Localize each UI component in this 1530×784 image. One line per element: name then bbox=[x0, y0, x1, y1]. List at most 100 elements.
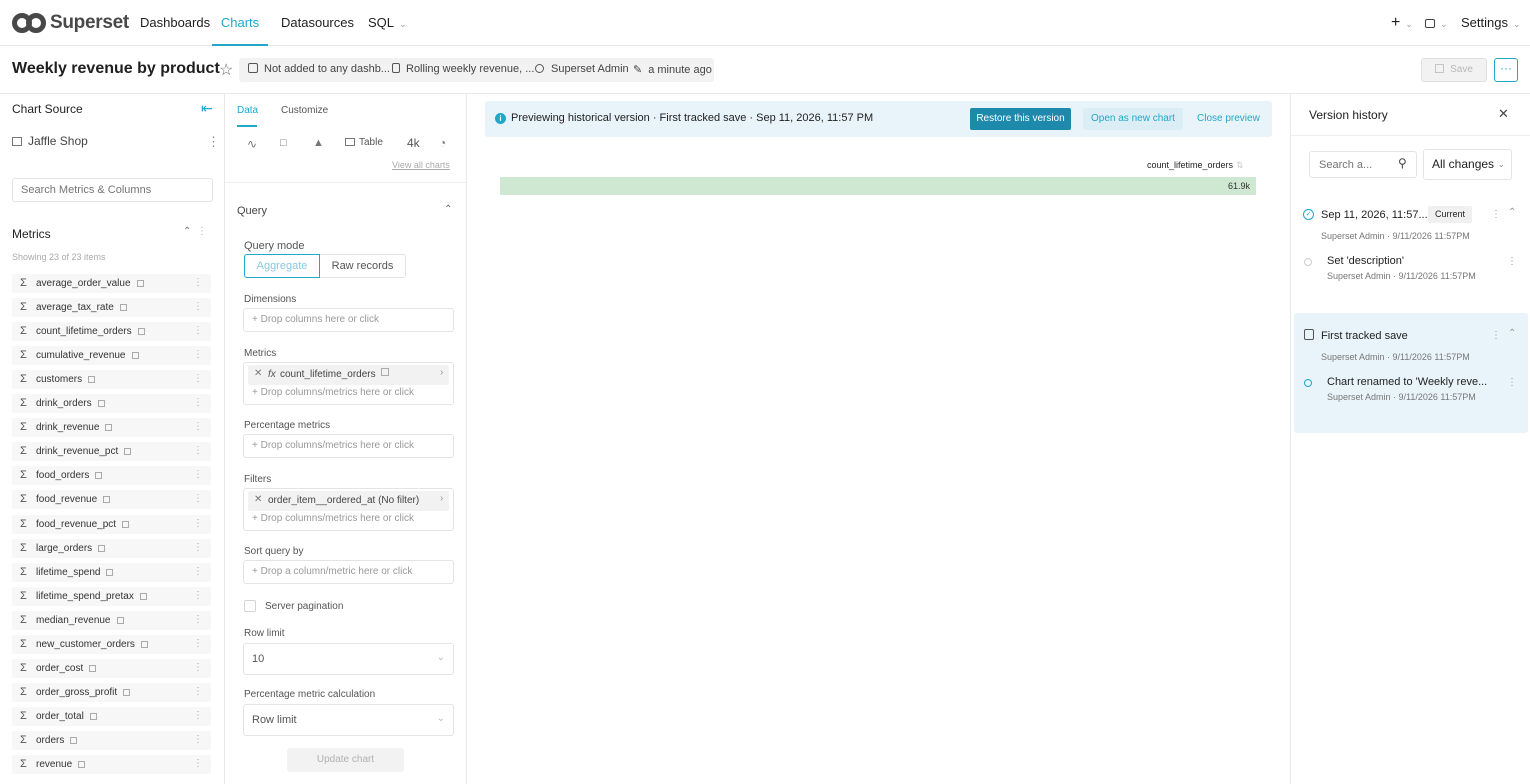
drag-handle-icon[interactable]: ⋮ bbox=[193, 758, 203, 769]
drag-handle-icon[interactable]: ⋮ bbox=[193, 325, 203, 336]
drag-handle-icon[interactable]: ⋮ bbox=[193, 277, 203, 288]
metric-item[interactable]: Σcustomers ⋮ bbox=[12, 370, 211, 390]
mode-aggregate-button[interactable]: Aggregate bbox=[244, 254, 320, 278]
sort-dropzone[interactable]: + Drop a column/metric here or click bbox=[243, 560, 454, 584]
nav-charts[interactable]: Charts bbox=[212, 0, 268, 46]
current-version-title[interactable]: Sep 11, 2026, 11:57... bbox=[1321, 209, 1428, 221]
drag-handle-icon[interactable]: ⋮ bbox=[193, 614, 203, 625]
metric-item[interactable]: Σmedian_revenue ⋮ bbox=[12, 610, 211, 630]
chevron-up-icon[interactable]: ⌃ bbox=[444, 204, 452, 215]
tab-data[interactable]: Data bbox=[237, 105, 258, 116]
metric-item[interactable]: Σrevenue ⋮ bbox=[12, 755, 211, 774]
close-icon[interactable]: ✕ bbox=[1498, 106, 1509, 122]
drag-handle-icon[interactable]: ⋮ bbox=[193, 445, 203, 456]
chevron-up-icon[interactable]: ⌃ bbox=[1508, 207, 1516, 218]
change-filter-select[interactable]: All changes ⌄ bbox=[1423, 149, 1512, 180]
nav-sql[interactable]: SQL ⌄ bbox=[368, 0, 407, 46]
big-number-viz[interactable]: 4k bbox=[407, 136, 420, 150]
metric-item[interactable]: Σdrink_orders ⋮ bbox=[12, 394, 211, 414]
bar-chart-icon[interactable]: □ bbox=[280, 137, 287, 149]
drag-handle-icon[interactable]: ⋮ bbox=[193, 518, 203, 529]
theme-menu[interactable]: ⌄ bbox=[1425, 0, 1448, 46]
update-chart-button[interactable]: Update chart bbox=[287, 748, 404, 772]
metric-item[interactable]: Σlifetime_spend_pretax ⋮ bbox=[12, 586, 211, 606]
close-icon[interactable]: ✕ bbox=[254, 494, 262, 505]
column-header[interactable]: count_lifetime_orders ⇅ bbox=[1147, 160, 1244, 171]
drag-handle-icon[interactable]: ⋮ bbox=[193, 566, 203, 577]
metric-item[interactable]: Σfood_revenue ⋮ bbox=[12, 490, 211, 510]
metric-item[interactable]: Σnew_customer_orders ⋮ bbox=[12, 634, 211, 654]
dataset-meta[interactable]: Rolling weekly revenue, ... bbox=[392, 63, 534, 75]
drag-handle-icon[interactable]: ⋮ bbox=[193, 662, 203, 673]
open-as-new-chart-button[interactable]: Open as new chart bbox=[1083, 108, 1183, 130]
viz-table[interactable]: Table bbox=[345, 137, 383, 148]
metric-item[interactable]: Σorder_cost ⋮ bbox=[12, 658, 211, 678]
nav-datasources[interactable]: Datasources bbox=[281, 0, 354, 46]
superset-logo[interactable]: Superset bbox=[12, 12, 129, 34]
kebab-icon[interactable]: ⋮ bbox=[1491, 330, 1501, 341]
mode-raw-button[interactable]: Raw records bbox=[320, 254, 406, 278]
drag-handle-icon[interactable]: ⋮ bbox=[193, 469, 203, 480]
drag-handle-icon[interactable]: ⋮ bbox=[193, 590, 203, 601]
filters-dropzone[interactable]: ✕ order_item__ordered_at (No filter) › +… bbox=[243, 488, 454, 531]
kebab-icon[interactable]: ⋮ bbox=[1507, 256, 1517, 267]
filter-chip[interactable]: ✕ order_item__ordered_at (No filter) › bbox=[248, 491, 449, 511]
drag-handle-icon[interactable]: ⋮ bbox=[193, 710, 203, 721]
kebab-icon[interactable]: ⋮ bbox=[1507, 377, 1517, 388]
pie-chart-icon[interactable]: ◔ bbox=[439, 136, 446, 150]
metrics-search-input[interactable] bbox=[12, 178, 213, 202]
drag-handle-icon[interactable]: ⋮ bbox=[193, 493, 203, 504]
metric-item[interactable]: Σfood_orders ⋮ bbox=[12, 466, 211, 486]
line-chart-icon[interactable]: ∿ bbox=[247, 137, 257, 151]
metric-item[interactable]: Σcount_lifetime_orders ⋮ bbox=[12, 322, 211, 342]
more-actions-button[interactable]: ··· bbox=[1494, 58, 1518, 82]
tab-customize[interactable]: Customize bbox=[281, 105, 328, 116]
new-menu[interactable]: + ⌄ bbox=[1391, 0, 1413, 46]
metric-item[interactable]: Σlarge_orders ⋮ bbox=[12, 538, 211, 558]
view-all-charts-link[interactable]: View all charts bbox=[392, 160, 450, 170]
dimensions-dropzone[interactable]: + Drop columns here or click bbox=[243, 308, 454, 332]
metric-chip[interactable]: ✕ fx count_lifetime_orders › bbox=[248, 365, 449, 385]
metric-item[interactable]: Σdrink_revenue ⋮ bbox=[12, 418, 211, 438]
change-title[interactable]: Set 'description' bbox=[1327, 255, 1404, 267]
metric-item[interactable]: Σorder_gross_profit ⋮ bbox=[12, 682, 211, 702]
pct-calc-select[interactable]: Row limit ⌄ bbox=[243, 704, 454, 736]
metric-item[interactable]: Σlifetime_spend ⋮ bbox=[12, 562, 211, 582]
drag-handle-icon[interactable]: ⋮ bbox=[193, 734, 203, 745]
chevron-right-icon[interactable]: › bbox=[440, 493, 443, 504]
drag-handle-icon[interactable]: ⋮ bbox=[193, 373, 203, 384]
metric-item[interactable]: Σfood_revenue_pct ⋮ bbox=[12, 514, 211, 534]
modified-meta[interactable]: ✎ a minute ago bbox=[633, 63, 712, 76]
dashboards-meta[interactable]: Not added to any dashb... bbox=[248, 63, 390, 75]
drag-handle-icon[interactable]: ⋮ bbox=[193, 686, 203, 697]
metric-item[interactable]: Σorder_total ⋮ bbox=[12, 706, 211, 726]
change-title[interactable]: Chart renamed to 'Weekly reve... bbox=[1327, 376, 1487, 388]
dataset-selector[interactable]: Jaffle Shop bbox=[12, 134, 88, 148]
server-pagination-checkbox[interactable] bbox=[244, 600, 256, 612]
metrics-dropzone[interactable]: ✕ fx count_lifetime_orders › + Drop colu… bbox=[243, 362, 454, 405]
metric-item[interactable]: Σaverage_tax_rate ⋮ bbox=[12, 298, 211, 318]
kebab-icon[interactable]: ⋮ bbox=[1491, 209, 1501, 220]
drag-handle-icon[interactable]: ⋮ bbox=[193, 397, 203, 408]
drag-handle-icon[interactable]: ⋮ bbox=[193, 349, 203, 360]
owner-meta[interactable]: Superset Admin bbox=[535, 63, 629, 75]
metric-item[interactable]: Σdrink_revenue_pct ⋮ bbox=[12, 442, 211, 462]
selected-version-card[interactable]: First tracked save ⋮ ⌃ Superset Admin · … bbox=[1294, 313, 1528, 433]
collapse-icon[interactable]: ⇤ bbox=[201, 100, 213, 117]
area-chart-icon[interactable]: ▲ bbox=[313, 137, 324, 149]
metric-item[interactable]: Σorders ⋮ bbox=[12, 730, 211, 750]
metric-item[interactable]: Σaverage_order_value ⋮ bbox=[12, 274, 211, 293]
pct-metrics-dropzone[interactable]: + Drop columns/metrics here or click bbox=[243, 434, 454, 458]
nav-dashboards[interactable]: Dashboards bbox=[140, 0, 210, 46]
chevron-right-icon[interactable]: › bbox=[440, 367, 443, 378]
row-limit-select[interactable]: 10 ⌄ bbox=[243, 643, 454, 675]
chart-title[interactable]: Weekly revenue by product bbox=[12, 60, 220, 78]
drag-handle-icon[interactable]: ⋮ bbox=[193, 301, 203, 312]
drag-handle-icon[interactable]: ⋮ bbox=[193, 542, 203, 553]
drag-handle-icon[interactable]: ⋮ bbox=[193, 421, 203, 432]
save-button[interactable]: Save bbox=[1421, 58, 1487, 82]
dataset-menu-icon[interactable]: ⋮ bbox=[207, 134, 220, 150]
close-icon[interactable]: ✕ bbox=[254, 368, 262, 379]
drag-handle-icon[interactable]: ⋮ bbox=[193, 638, 203, 649]
chevron-up-icon[interactable]: ⌃ bbox=[1508, 328, 1516, 339]
